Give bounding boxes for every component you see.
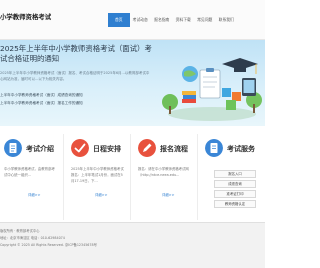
hero-summary: 2025年上半年中小学教师资格考试（面试）报名、考试合格证明于2025年6月..… xyxy=(0,71,150,81)
admission-ticket-button[interactable]: 准考证打印 xyxy=(214,190,256,198)
site-header: 小学教师资格考试 首页 考试动态 报名指南 资料下载 常见问题 联系我们 xyxy=(0,0,265,40)
hero-news-link[interactable]: 上半年中小学教师资格考试（面试）成绩查询的通知 xyxy=(0,93,83,98)
site-title[interactable]: 小学教师资格考试 xyxy=(0,12,51,21)
pencil-icon xyxy=(138,139,156,157)
nav-contact[interactable]: 联系我们 xyxy=(216,13,238,27)
card-description: 2025年上半年中小学教师资格考试报名：上半年笔试1月份，面试在5月17-19日… xyxy=(71,167,124,183)
hero-title[interactable]: 2025年上半年中小学教师资格考试（面试）考试合格证明的通知 xyxy=(0,44,156,64)
more-link[interactable]: 详细>> xyxy=(28,192,40,197)
feature-cards: 考试介绍 中小学教师资格考试，由教育部考试中心统一组织... 详细>> 日程安排… xyxy=(0,134,265,220)
nav-faq[interactable]: 常见问题 xyxy=(194,13,216,27)
nav-downloads[interactable]: 资料下载 xyxy=(173,13,195,27)
card-title: 报名流程 xyxy=(160,145,188,153)
hero-news-link[interactable]: 上半年中小学教师资格考试（面试）报名工作的通知 xyxy=(0,101,83,106)
checkmark-icon xyxy=(71,139,89,157)
nav-registration[interactable]: 报名指南 xyxy=(151,13,173,27)
main-nav: 首页 考试动态 报名指南 资料下载 常见问题 联系我们 xyxy=(108,13,237,27)
score-query-button[interactable]: 成绩查询 xyxy=(214,180,256,188)
nav-exam-news[interactable]: 考试动态 xyxy=(130,13,152,27)
card-exam-services: 考试服务 报名入口 成绩查询 准考证打印 教师资格认定 xyxy=(201,134,265,220)
hero-banner: 2025年上半年中小学教师资格考试（面试）考试合格证明的通知 2025年上半年中… xyxy=(0,40,265,126)
hero-illustration xyxy=(162,58,262,121)
certification-button[interactable]: 教师资格认定 xyxy=(214,200,256,208)
document-icon xyxy=(205,139,223,157)
document-icon xyxy=(4,139,22,157)
site-footer: 版权所有 · 教育部考试中心 地址：北京市海淀区 电话：010-62984074… xyxy=(0,222,265,268)
card-schedule[interactable]: 日程安排 2025年上半年中小学教师资格考试报名：上半年笔试1月份，面试在5月1… xyxy=(67,134,131,220)
card-exam-intro[interactable]: 考试介绍 中小学教师资格考试，由教育部考试中心统一组织... 详细>> xyxy=(0,134,64,220)
card-title: 考试介绍 xyxy=(26,145,54,153)
footer-copyright-owner: 版权所有 · 教育部考试中心 xyxy=(0,229,40,233)
registration-entry-button[interactable]: 报名入口 xyxy=(214,170,256,178)
more-link[interactable]: 详细>> xyxy=(162,192,174,197)
card-description: 报名：请在中小学教师资格考试网（http://ntce.neea.edu... xyxy=(138,167,189,177)
nav-home[interactable]: 首页 xyxy=(108,13,130,27)
card-registration-process[interactable]: 报名流程 报名：请在中小学教师资格考试网（http://ntce.neea.ed… xyxy=(134,134,198,220)
more-link[interactable]: 详细>> xyxy=(95,192,107,197)
card-description: 中小学教师资格考试，由教育部考试中心统一组织... xyxy=(4,167,55,177)
card-title: 考试服务 xyxy=(227,145,255,153)
footer-address: 地址：北京市海淀区 电话：010-62984074 xyxy=(0,236,65,240)
card-title: 日程安排 xyxy=(93,145,121,153)
footer-copyright: Copyright © 2025 All Rights Reserved. 京I… xyxy=(0,243,97,247)
